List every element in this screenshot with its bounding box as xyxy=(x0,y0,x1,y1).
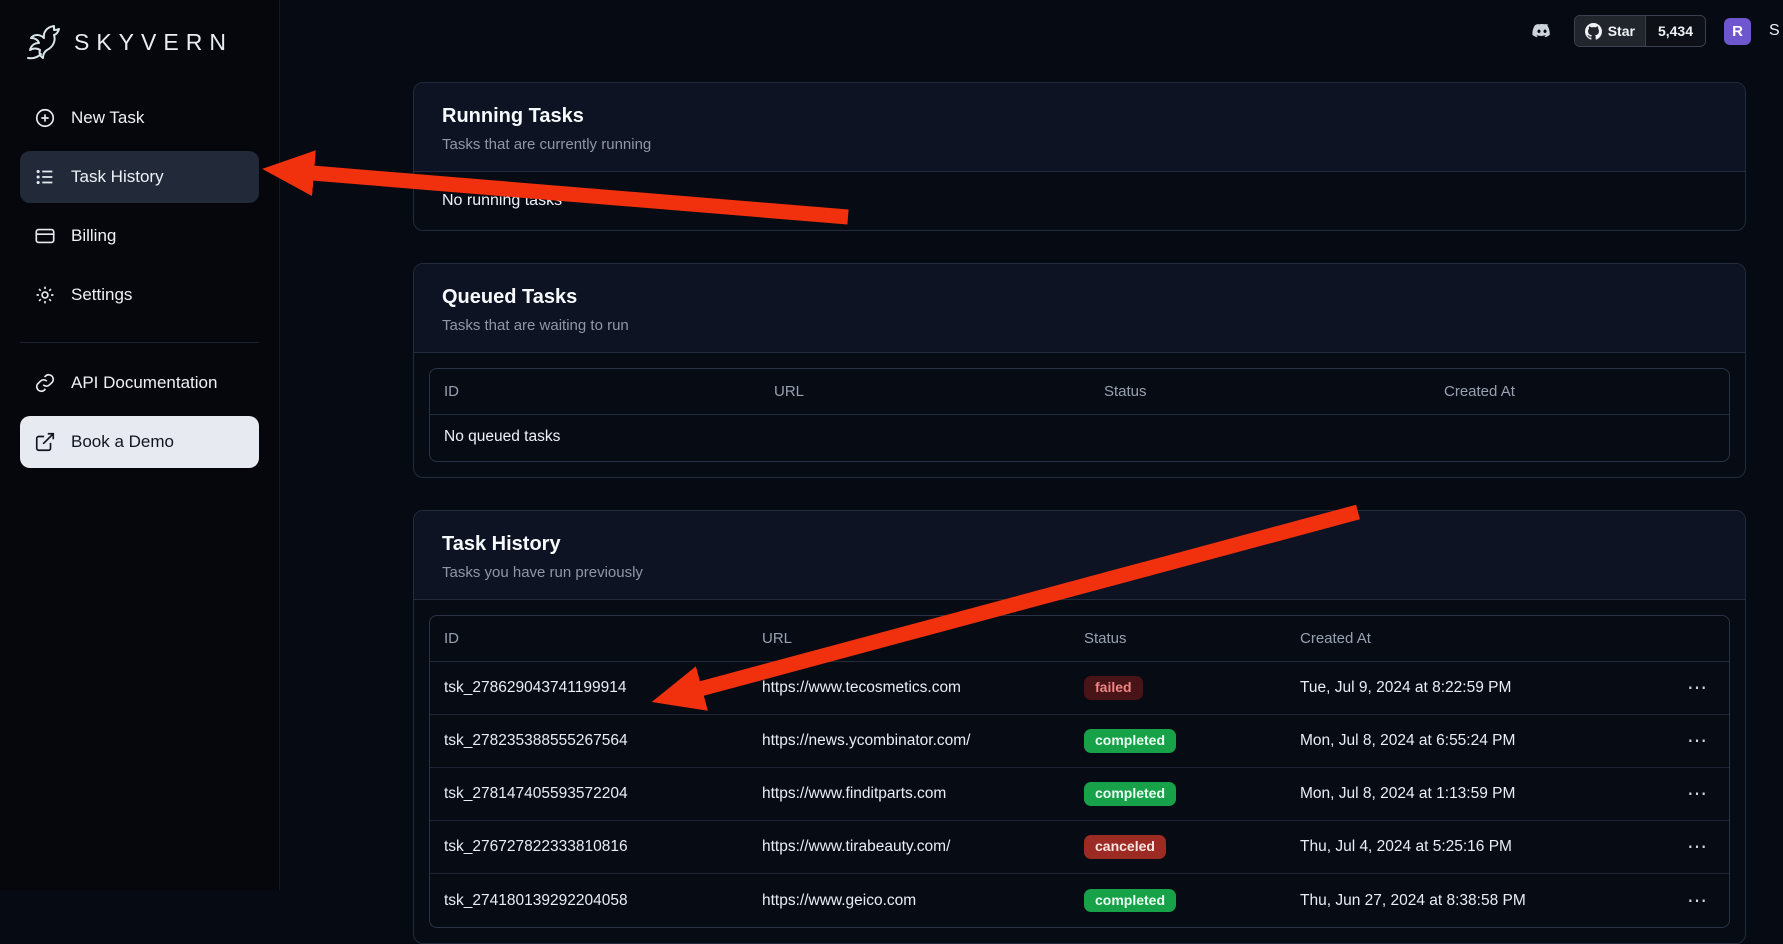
credit-card-icon xyxy=(34,225,56,247)
queued-tasks-empty-message: No queued tasks xyxy=(430,415,1729,461)
task-history-table: ID URL Status Created At tsk_27862904374… xyxy=(414,600,1745,943)
sidebar-item-label: New Task xyxy=(71,108,144,128)
row-actions-button[interactable]: ⋯ xyxy=(1679,833,1715,861)
skyvern-dragon-icon xyxy=(20,20,64,64)
task-id: tsk_278147405593572204 xyxy=(444,785,762,803)
queued-tasks-card: Queued Tasks Tasks that are waiting to r… xyxy=(413,263,1746,478)
sidebar-item-label: Billing xyxy=(71,226,116,246)
book-a-demo-button[interactable]: Book a Demo xyxy=(20,416,259,468)
sidebar-divider xyxy=(20,342,259,343)
github-star-button[interactable]: Star 5,434 xyxy=(1574,15,1706,47)
column-header-status: Status xyxy=(1084,630,1300,647)
queued-tasks-header: Queued Tasks Tasks that are waiting to r… xyxy=(414,264,1745,353)
column-header-url: URL xyxy=(762,630,1084,647)
list-icon xyxy=(34,166,56,188)
brand-name: SKYVERN xyxy=(74,29,233,56)
task-id: tsk_278629043741199914 xyxy=(444,679,762,697)
sidebar-item-label: API Documentation xyxy=(71,373,217,393)
card-title: Running Tasks xyxy=(442,105,1717,128)
task-created-at: Thu, Jun 27, 2024 at 8:38:58 PM xyxy=(1300,892,1655,910)
card-title: Task History xyxy=(442,533,1717,556)
sidebar-item-new-task[interactable]: New Task xyxy=(20,92,259,144)
task-created-at: Mon, Jul 8, 2024 at 1:13:59 PM xyxy=(1300,785,1655,803)
topbar: Star 5,434 R S xyxy=(1528,0,1783,62)
sidebar-item-task-history[interactable]: Task History xyxy=(20,151,259,203)
task-created-at: Tue, Jul 9, 2024 at 8:22:59 PM xyxy=(1300,679,1655,697)
card-subtitle: Tasks that are currently running xyxy=(442,136,1717,153)
task-url: https://www.tecosmetics.com xyxy=(762,679,1084,697)
external-link-icon xyxy=(34,431,56,453)
card-title: Queued Tasks xyxy=(442,286,1717,309)
table-row[interactable]: tsk_278235388555267564 https://news.ycom… xyxy=(430,715,1729,768)
column-header-created-at: Created At xyxy=(1300,630,1655,647)
queued-tasks-table: ID URL Status Created At No queued tasks xyxy=(414,353,1745,477)
plus-circle-icon xyxy=(34,107,56,129)
status-badge: completed xyxy=(1084,889,1176,912)
username-clipped: S xyxy=(1769,22,1781,40)
skyvern-logo[interactable]: SKYVERN xyxy=(20,14,259,70)
status-badge: failed xyxy=(1084,676,1143,699)
sidebar-item-api-documentation[interactable]: API Documentation xyxy=(20,357,259,409)
table-row[interactable]: tsk_274180139292204058 https://www.geico… xyxy=(430,874,1729,927)
table-row[interactable]: tsk_276727822333810816 https://www.tirab… xyxy=(430,821,1729,874)
task-url: https://www.tirabeauty.com/ xyxy=(762,838,1084,856)
task-id: tsk_276727822333810816 xyxy=(444,838,762,856)
sidebar-item-label: Book a Demo xyxy=(71,432,174,452)
task-history-card: Task History Tasks you have run previous… xyxy=(413,510,1746,944)
running-tasks-header: Running Tasks Tasks that are currently r… xyxy=(414,83,1745,172)
task-id: tsk_278235388555267564 xyxy=(444,732,762,750)
column-header-id: ID xyxy=(444,630,762,647)
github-star-count[interactable]: 5,434 xyxy=(1645,16,1705,46)
column-header-status: Status xyxy=(1104,383,1444,400)
row-actions-button[interactable]: ⋯ xyxy=(1679,887,1715,915)
github-icon xyxy=(1585,23,1602,40)
github-star-label: Star xyxy=(1608,23,1635,39)
column-header-url: URL xyxy=(774,383,1104,400)
running-tasks-empty-message: No running tasks xyxy=(414,172,1745,230)
sidebar-item-billing[interactable]: Billing xyxy=(20,210,259,262)
task-url: https://www.finditparts.com xyxy=(762,785,1084,803)
avatar[interactable]: R xyxy=(1724,18,1751,45)
history-table-header-row: ID URL Status Created At xyxy=(430,616,1729,662)
sidebar: SKYVERN New Task Task History Billing Se… xyxy=(0,0,280,890)
task-url: https://news.ycombinator.com/ xyxy=(762,732,1084,750)
column-header-created-at: Created At xyxy=(1444,383,1715,400)
link-icon xyxy=(34,372,56,394)
task-url: https://www.geico.com xyxy=(762,892,1084,910)
task-created-at: Mon, Jul 8, 2024 at 6:55:24 PM xyxy=(1300,732,1655,750)
main-area: Star 5,434 R S Running Tasks Tasks that … xyxy=(280,0,1783,890)
running-tasks-card: Running Tasks Tasks that are currently r… xyxy=(413,82,1746,231)
task-id: tsk_274180139292204058 xyxy=(444,892,762,910)
table-row[interactable]: tsk_278147405593572204 https://www.findi… xyxy=(430,768,1729,821)
row-actions-button[interactable]: ⋯ xyxy=(1679,674,1715,702)
discord-icon[interactable] xyxy=(1528,20,1556,42)
row-actions-button[interactable]: ⋯ xyxy=(1679,727,1715,755)
status-badge: completed xyxy=(1084,782,1176,805)
task-history-header: Task History Tasks you have run previous… xyxy=(414,511,1745,600)
gear-icon xyxy=(34,284,56,306)
sidebar-item-label: Task History xyxy=(71,167,164,187)
row-actions-button[interactable]: ⋯ xyxy=(1679,780,1715,808)
content: Running Tasks Tasks that are currently r… xyxy=(280,0,1783,944)
table-row[interactable]: tsk_278629043741199914 https://www.tecos… xyxy=(430,662,1729,715)
sidebar-item-label: Settings xyxy=(71,285,132,305)
queued-table-header-row: ID URL Status Created At xyxy=(430,369,1729,415)
task-created-at: Thu, Jul 4, 2024 at 5:25:16 PM xyxy=(1300,838,1655,856)
status-badge: canceled xyxy=(1084,835,1166,858)
status-badge: completed xyxy=(1084,729,1176,752)
column-header-id: ID xyxy=(444,383,774,400)
sidebar-item-settings[interactable]: Settings xyxy=(20,269,259,321)
card-subtitle: Tasks that are waiting to run xyxy=(442,317,1717,334)
card-subtitle: Tasks you have run previously xyxy=(442,564,1717,581)
